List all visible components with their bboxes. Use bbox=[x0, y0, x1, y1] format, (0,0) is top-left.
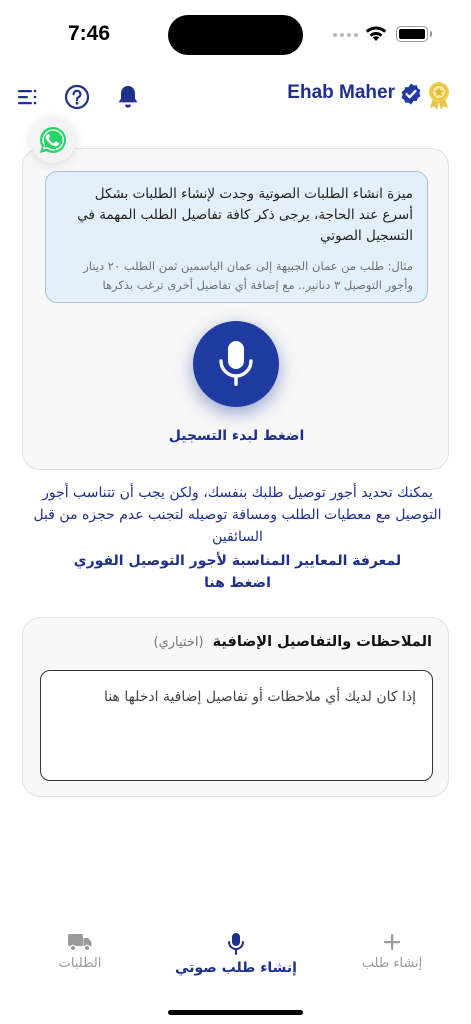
bottom-nav: الطلبات إنشاء طلب صوتي إنشاء طلب bbox=[0, 920, 471, 1024]
status-bar: 7:46 bbox=[0, 0, 471, 70]
verified-badge-icon bbox=[401, 83, 421, 105]
dynamic-island bbox=[168, 15, 303, 55]
app-header: Ehab Maher bbox=[0, 78, 471, 118]
info-box: ميزة انشاء الطلبات الصوتية وجدت لإنشاء ا… bbox=[45, 171, 428, 303]
nav-create-order-label: إنشاء طلب bbox=[361, 956, 423, 971]
notification-bell-icon[interactable] bbox=[115, 84, 141, 110]
plus-icon bbox=[384, 934, 400, 950]
record-label: اضغط لبدء التسجيل bbox=[168, 428, 305, 444]
notes-optional-label: (اختياري) bbox=[153, 635, 204, 650]
microphone-icon bbox=[219, 341, 253, 386]
fee-criteria-link-line2[interactable]: اضغط هنا bbox=[30, 572, 445, 594]
nav-orders[interactable]: الطلبات bbox=[48, 932, 112, 971]
nav-create-order[interactable]: إنشاء طلب bbox=[350, 932, 434, 971]
nav-voice-order-label: إنشاء طلب صوتي bbox=[175, 960, 297, 976]
info-main-text: ميزة انشاء الطلبات الصوتية وجدت لإنشاء ا… bbox=[77, 186, 413, 244]
battery-icon bbox=[396, 26, 432, 42]
fee-criteria-link[interactable]: لمعرفة المعايير المناسبة لأجور التوصيل ا… bbox=[30, 550, 445, 594]
menu-icon[interactable] bbox=[14, 84, 40, 110]
help-icon[interactable] bbox=[64, 84, 90, 110]
info-example-text: مثال: طلب من عمان الجبيهة إلى عمان الياس… bbox=[83, 259, 413, 292]
whatsapp-button[interactable] bbox=[30, 117, 76, 163]
notes-input[interactable] bbox=[40, 670, 433, 781]
home-indicator bbox=[168, 1010, 303, 1015]
notes-title-text: الملاحظات والتفاصيل الإضافية bbox=[212, 634, 432, 650]
notes-title: الملاحظات والتفاصيل الإضافية (اختياري) bbox=[154, 634, 433, 650]
gold-medal-icon bbox=[429, 82, 449, 110]
user-name[interactable]: Ehab Maher bbox=[287, 82, 395, 104]
record-button[interactable] bbox=[193, 321, 279, 407]
cellular-signal-icon bbox=[333, 33, 359, 39]
microphone-icon bbox=[228, 933, 244, 955]
truck-icon bbox=[68, 934, 92, 952]
whatsapp-icon bbox=[40, 126, 67, 153]
notes-card: الملاحظات والتفاصيل الإضافية (اختياري) bbox=[22, 617, 449, 797]
fee-criteria-link-line1: لمعرفة المعايير المناسبة لأجور التوصيل ا… bbox=[73, 553, 402, 569]
status-time: 7:46 bbox=[68, 22, 111, 45]
wifi-icon bbox=[365, 26, 387, 41]
nav-voice-order[interactable]: إنشاء طلب صوتي bbox=[166, 932, 306, 976]
nav-orders-label: الطلبات bbox=[58, 956, 102, 971]
voice-order-card: ميزة انشاء الطلبات الصوتية وجدت لإنشاء ا… bbox=[22, 148, 449, 470]
fee-info-text: يمكنك تحديد أجور توصيل طلبك بنفسك، ولكن … bbox=[33, 485, 442, 545]
